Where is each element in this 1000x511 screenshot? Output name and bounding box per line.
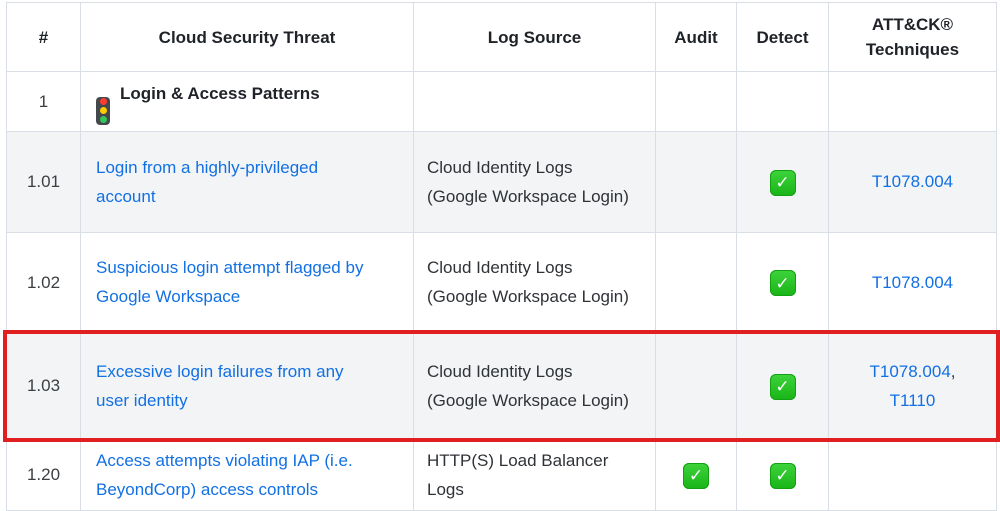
check-icon: ✓ — [683, 462, 709, 489]
column-header-log-source: Log Source — [413, 2, 656, 72]
log-source-text: Cloud Identity Logs (Google Workspace Lo… — [427, 361, 629, 410]
technique-link[interactable]: T1078.004 — [869, 362, 950, 381]
detect-cell — [736, 71, 829, 132]
log-source-cell — [413, 71, 656, 132]
audit-cell — [655, 130, 737, 233]
row-number: 1.01 — [6, 130, 81, 233]
detect-cell: ✓ — [736, 231, 829, 333]
techniques-cell: T1078.004, T1110 — [828, 331, 997, 440]
techniques-cell: T1078.004 — [828, 231, 997, 333]
audit-cell — [655, 231, 737, 333]
table-row: 1.03 Excessive login failures from any us… — [6, 331, 997, 440]
threat-link[interactable]: Login from a highly-privileged account — [96, 153, 368, 211]
section-row: 1 Login & Access Patterns — [6, 71, 997, 132]
row-number: 1 — [6, 71, 81, 132]
technique-link[interactable]: T1078.004 — [872, 273, 953, 292]
threat-link[interactable]: Excessive login failures from any user i… — [96, 357, 368, 415]
technique-separator: , — [950, 361, 956, 381]
check-icon: ✓ — [769, 169, 796, 196]
table-row: 1.02 Suspicious login attempt flagged by … — [6, 231, 997, 333]
technique-link[interactable]: T1078.004 — [872, 172, 953, 191]
check-icon: ✓ — [769, 462, 796, 489]
cloud-security-threat-table: # Cloud Security Threat Log Source Audit… — [6, 2, 997, 511]
row-number: 1.03 — [6, 331, 81, 440]
traffic-light-icon — [96, 96, 110, 125]
techniques-cell: T1078.004 — [828, 130, 997, 233]
log-source-cell: HTTP(S) Load Balancer Logs — [413, 438, 656, 511]
detect-cell: ✓ — [736, 130, 829, 233]
check-icon: ✓ — [769, 373, 796, 400]
techniques-cell — [828, 438, 997, 511]
row-number: 1.20 — [6, 438, 81, 511]
log-source-cell: Cloud Identity Logs (Google Workspace Lo… — [413, 231, 656, 333]
column-header-audit: Audit — [655, 2, 737, 72]
audit-cell — [655, 71, 737, 132]
threat-table-container: # Cloud Security Threat Log Source Audit… — [3, 2, 1000, 511]
column-header-detect: Detect — [736, 2, 829, 72]
column-header-number: # — [6, 2, 81, 72]
technique-link[interactable]: T1110 — [890, 391, 936, 410]
threat-cell: Login from a highly-privileged account — [80, 130, 414, 233]
threat-link[interactable]: Suspicious login attempt flagged by Goog… — [96, 253, 368, 311]
table-row: 1.01 Login from a highly-privileged accou… — [6, 130, 997, 233]
check-icon: ✓ — [769, 270, 796, 297]
threat-cell: Excessive login failures from any user i… — [80, 331, 414, 440]
header-row: # Cloud Security Threat Log Source Audit… — [6, 2, 997, 72]
log-source-text: Cloud Identity Logs (Google Workspace Lo… — [427, 258, 629, 306]
row-number: 1.02 — [6, 231, 81, 333]
log-source-cell: Cloud Identity Logs (Google Workspace Lo… — [413, 331, 656, 440]
threat-cell: Login & Access Patterns — [80, 71, 414, 132]
column-header-threat: Cloud Security Threat — [80, 2, 414, 72]
audit-cell — [655, 331, 737, 440]
column-header-techniques: ATT&CK® Techniques — [828, 2, 997, 72]
techniques-cell — [828, 71, 997, 132]
audit-cell: ✓ — [655, 438, 737, 511]
detect-cell: ✓ — [736, 438, 829, 511]
log-source-cell: Cloud Identity Logs (Google Workspace Lo… — [413, 130, 656, 233]
detect-cell: ✓ — [736, 331, 829, 440]
section-title: Login & Access Patterns — [120, 84, 320, 104]
log-source-text: Cloud Identity Logs (Google Workspace Lo… — [427, 157, 629, 206]
threat-cell: Access attempts violating IAP (i.e. Beyo… — [80, 438, 414, 511]
table-row: 1.20 Access attempts violating IAP (i.e. … — [6, 438, 997, 511]
threat-cell: Suspicious login attempt flagged by Goog… — [80, 231, 414, 333]
